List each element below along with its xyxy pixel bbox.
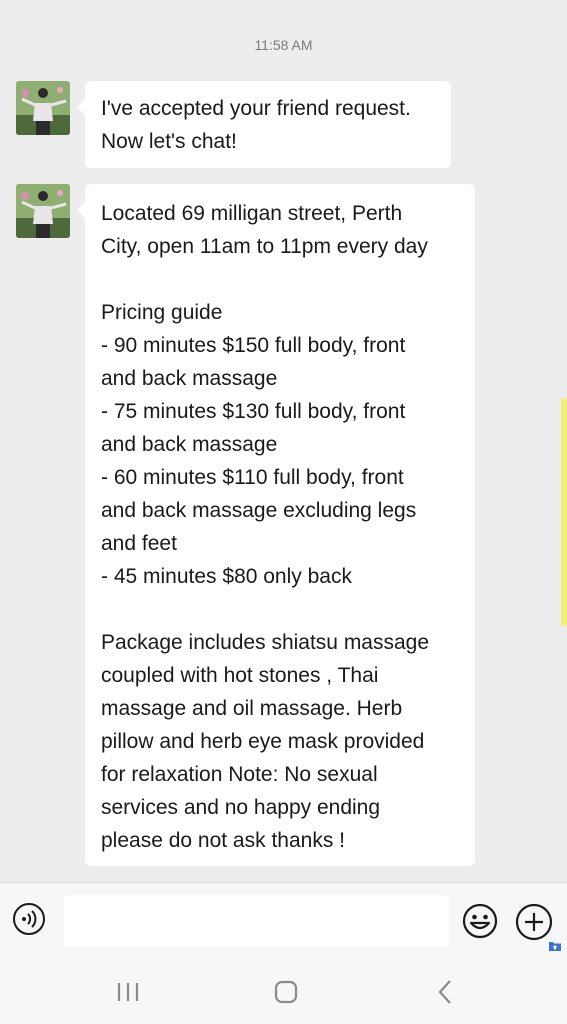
contact-avatar[interactable]: [16, 81, 70, 135]
voice-icon: [22, 910, 37, 928]
previous-message-fragment: [210, 0, 290, 6]
message-row: I've accepted your friend request. Now l…: [16, 81, 551, 171]
back-button[interactable]: [436, 978, 454, 1006]
message-row: Located 69 milligan street, Perth City, …: [16, 184, 551, 866]
voice-input-button[interactable]: [13, 903, 45, 935]
message-bubble[interactable]: I've accepted your friend request. Now l…: [77, 81, 451, 168]
back-icon: [438, 980, 451, 1004]
more-options-button[interactable]: [515, 903, 553, 941]
folder-upload-icon: [548, 939, 562, 953]
home-button[interactable]: [274, 980, 298, 1004]
recent-apps-icon: [117, 983, 139, 1001]
message-bubble[interactable]: Located 69 milligan street, Perth City, …: [77, 184, 475, 866]
avatar-photo-icon: [16, 81, 70, 135]
plus-icon: [515, 903, 553, 941]
chat-input-bar: [0, 882, 567, 961]
message-input[interactable]: [64, 895, 449, 947]
message-timestamp: 11:58 AM: [254, 37, 313, 53]
home-icon: [274, 980, 298, 1004]
recent-apps-button[interactable]: [115, 980, 141, 1004]
edge-panel-handle[interactable]: [561, 398, 567, 626]
emoji-icon: [462, 903, 498, 939]
avatar-photo-icon: [16, 184, 70, 238]
contact-avatar[interactable]: [16, 184, 70, 238]
emoji-button[interactable]: [462, 903, 498, 939]
system-navigation-bar: [0, 960, 567, 1024]
